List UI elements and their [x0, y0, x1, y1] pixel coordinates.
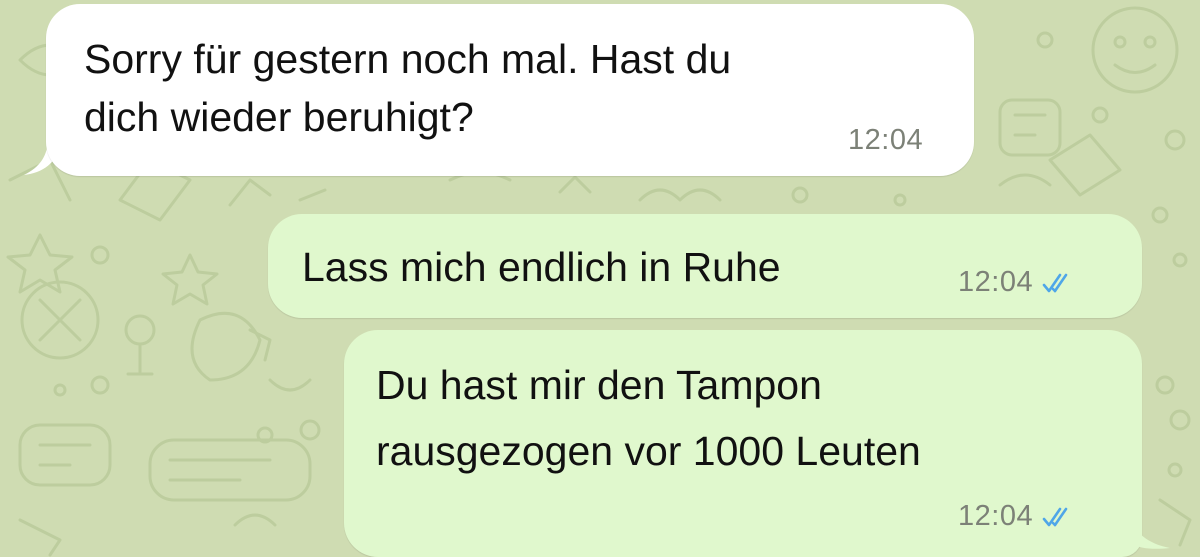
message-meta: 12:04	[848, 124, 923, 157]
message-timestamp: 12:04	[848, 124, 924, 156]
message-timestamp: 12:04	[958, 500, 1034, 532]
incoming-message-bubble[interactable]: Sorry für gestern noch mal. Hast du dich…	[46, 4, 974, 176]
message-meta: 12:04	[958, 500, 1075, 533]
outgoing-message-bubble[interactable]: Lass mich endlich in Ruhe 12:04	[268, 214, 1142, 318]
message-timestamp: 12:04	[958, 266, 1034, 298]
outgoing-message-bubble[interactable]: Du hast mir den Tampon rausgezogen vor 1…	[344, 330, 1142, 557]
double-check-icon	[1042, 273, 1068, 292]
outgoing-bubble-tail	[1130, 512, 1170, 549]
message-meta: 12:04	[958, 266, 1075, 299]
double-check-icon	[1042, 507, 1068, 526]
message-text: Lass mich endlich in Ruhe	[302, 244, 781, 290]
message-text: Sorry für gestern noch mal. Hast du dich…	[84, 36, 732, 140]
chat-screen: { "chat": { "messages": [ { "direction":…	[0, 0, 1200, 557]
message-text: Du hast mir den Tampon rausgezogen vor 1…	[376, 362, 921, 474]
